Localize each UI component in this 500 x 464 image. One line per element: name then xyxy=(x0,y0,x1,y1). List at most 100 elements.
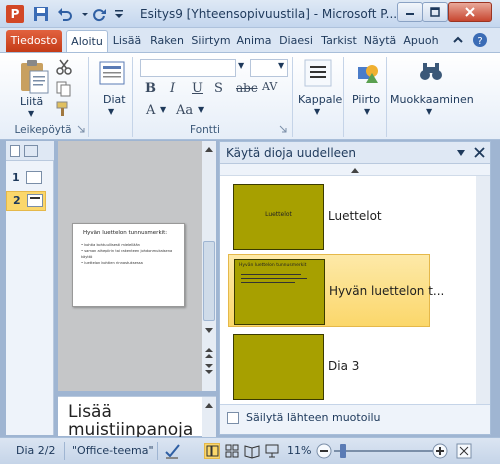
format-painter-icon[interactable] xyxy=(56,101,74,117)
slide-thumbnail-1[interactable]: 1 xyxy=(6,169,54,189)
slide-scrollbar[interactable] xyxy=(202,141,216,391)
tab-slideshow[interactable]: Diaesi xyxy=(276,30,316,52)
notes-placeholder[interactable]: Lisää muistiinpanoja xyxy=(68,403,198,439)
new-slide-label[interactable]: Diat xyxy=(103,93,126,106)
paragraph-dropdown-icon[interactable]: ▼ xyxy=(314,107,320,116)
minimize-ribbon-icon[interactable] xyxy=(450,32,466,48)
strikethrough-button[interactable]: abc xyxy=(236,81,258,95)
cut-icon[interactable] xyxy=(56,59,72,75)
tab-insert[interactable]: Lisää xyxy=(110,30,144,52)
font-name-combo[interactable] xyxy=(140,59,236,77)
theme-name[interactable]: "Office-teema" xyxy=(72,444,154,457)
spellcheck-icon[interactable] xyxy=(164,442,182,460)
normal-view-icon[interactable] xyxy=(204,443,220,459)
minimize-button[interactable] xyxy=(397,2,423,22)
scroll-down-icon[interactable] xyxy=(204,327,214,335)
tab-file[interactable]: Tiedosto xyxy=(6,30,62,52)
slide-canvas[interactable]: Hyvän luettelon tunnusmerkit: • kohtia k… xyxy=(72,223,185,307)
tab-help[interactable]: Apuoh xyxy=(400,30,442,52)
paragraph-icon[interactable] xyxy=(304,59,332,87)
reading-view-icon[interactable] xyxy=(244,443,260,459)
undo-icon[interactable] xyxy=(56,5,74,23)
editing-label[interactable]: Muokkaaminen xyxy=(390,93,474,106)
slides-tab-icon[interactable] xyxy=(10,145,20,157)
pane-scrollbar[interactable] xyxy=(476,176,490,404)
zoom-slider[interactable] xyxy=(334,450,434,452)
pane-scroll-up[interactable] xyxy=(220,164,490,176)
font-dialog-launcher-icon[interactable] xyxy=(279,125,287,133)
new-slide-dropdown-icon[interactable]: ▼ xyxy=(108,107,114,116)
char-spacing-button[interactable]: AV xyxy=(262,80,277,93)
keep-formatting-label[interactable]: Säilytä lähteen muotoilu xyxy=(246,411,381,424)
underline-button[interactable]: U xyxy=(192,81,203,96)
close-button[interactable] xyxy=(448,2,492,22)
zoom-in-icon[interactable] xyxy=(432,443,448,459)
font-size-dropdown-icon[interactable]: ▼ xyxy=(278,61,284,70)
slide-thumbnail-2[interactable]: 2 xyxy=(6,191,46,211)
slide-number: 2 xyxy=(13,194,21,207)
slideshow-view-icon[interactable] xyxy=(264,443,280,459)
next-slide-icon[interactable] xyxy=(204,363,214,375)
outline-tab-icon[interactable] xyxy=(24,145,38,157)
paragraph-label[interactable]: Kappale xyxy=(298,93,342,106)
notes-scrollbar[interactable] xyxy=(202,397,216,437)
grow-font-button[interactable]: A xyxy=(146,103,155,118)
zoom-slider-thumb[interactable] xyxy=(340,444,346,458)
copy-icon[interactable] xyxy=(56,81,72,97)
notes-scroll-up-icon[interactable] xyxy=(204,401,214,409)
pane-options-icon[interactable] xyxy=(456,149,466,157)
paste-dropdown-icon[interactable]: ▼ xyxy=(28,109,34,118)
save-icon[interactable] xyxy=(32,5,50,23)
tab-view[interactable]: Näytä xyxy=(362,30,398,52)
drawing-dropdown-icon[interactable]: ▼ xyxy=(364,107,370,116)
tab-home[interactable]: Aloitu xyxy=(66,30,108,52)
title-bar: P Esitys9 [Yhteensopivuustila] - Microso… xyxy=(0,0,500,28)
clipboard-group-label: Leikepöytä xyxy=(14,124,72,136)
drawing-label[interactable]: Piirto xyxy=(352,93,380,106)
drawing-shapes-icon[interactable] xyxy=(354,59,382,87)
customize-toolbar-icon[interactable] xyxy=(110,5,128,23)
font-name-dropdown-icon[interactable]: ▼ xyxy=(238,61,244,70)
tab-design[interactable]: Raken xyxy=(146,30,188,52)
slide-title[interactable]: Hyvän luettelon tunnusmerkit: xyxy=(83,230,167,236)
ribbon-tabs: Tiedosto Aloitu Lisää Raken Siirtym Anim… xyxy=(0,28,500,52)
paste-label[interactable]: Liitä xyxy=(20,95,43,108)
shadow-button[interactable]: S xyxy=(214,81,223,96)
bold-button[interactable]: B xyxy=(145,81,156,96)
powerpoint-icon[interactable]: P xyxy=(6,5,24,23)
slide-bullets[interactable]: • kohtia kohtuullisesti mielellään • sam… xyxy=(81,242,179,266)
scroll-thumb[interactable] xyxy=(203,241,215,321)
scroll-up-icon[interactable] xyxy=(204,145,214,153)
reuse-slides-pane: Käytä dioja uudelleen Luettelot Luettelo… xyxy=(219,141,491,435)
help-icon[interactable]: ? xyxy=(472,32,488,48)
pane-close-icon[interactable] xyxy=(474,147,485,158)
slide-thumb-image xyxy=(27,194,43,207)
grow-dropdown-icon[interactable]: ▼ xyxy=(160,105,166,114)
notes-pane[interactable]: Lisää muistiinpanoja xyxy=(58,396,216,439)
separator xyxy=(292,57,293,137)
zoom-level[interactable]: 11% xyxy=(287,444,311,457)
fit-to-window-icon[interactable] xyxy=(456,443,472,459)
change-case-button[interactable]: Aa xyxy=(176,103,193,118)
keep-formatting-checkbox[interactable] xyxy=(227,412,239,424)
tab-animations[interactable]: Anima xyxy=(234,30,274,52)
dialog-launcher-icon[interactable] xyxy=(77,125,85,133)
scroll-up-icon[interactable] xyxy=(350,166,360,174)
slide-sorter-view-icon[interactable] xyxy=(224,443,240,459)
zoom-out-icon[interactable] xyxy=(316,443,332,459)
case-dropdown-icon[interactable]: ▼ xyxy=(198,105,204,114)
reuse-slide-item[interactable]: Dia 3 xyxy=(228,330,428,403)
previous-slide-icon[interactable] xyxy=(204,347,214,359)
binoculars-icon[interactable] xyxy=(418,59,444,85)
tab-transitions[interactable]: Siirtym xyxy=(190,30,232,52)
tab-review[interactable]: Tarkist xyxy=(318,30,360,52)
italic-button[interactable]: I xyxy=(170,81,175,96)
reuse-slide-item[interactable]: Luettelot Luettelot xyxy=(228,180,428,253)
redo-icon[interactable] xyxy=(90,5,108,23)
paste-icon[interactable] xyxy=(18,59,50,95)
new-slide-icon[interactable] xyxy=(98,59,126,89)
maximize-button[interactable] xyxy=(422,2,448,22)
editing-dropdown-icon[interactable]: ▼ xyxy=(426,107,432,116)
reuse-slide-item-selected[interactable]: Hyvän luettelon tunnusmerkit Hyvän luett… xyxy=(228,254,444,327)
separator xyxy=(88,57,89,137)
